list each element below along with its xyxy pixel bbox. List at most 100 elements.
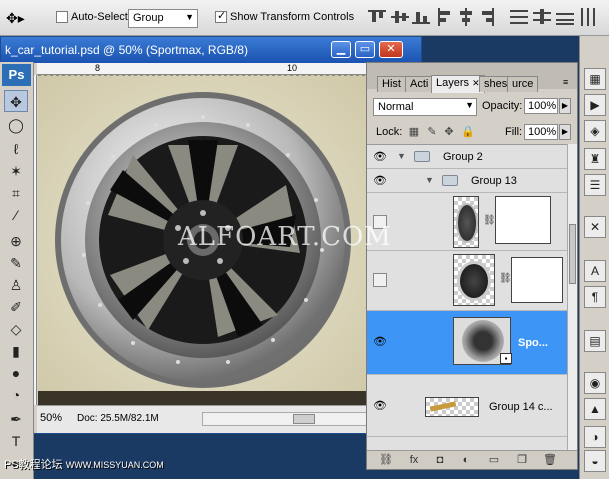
gradient-tool[interactable]: ▮ <box>4 340 28 362</box>
layer-row-masked-2[interactable]: ⛓ <box>367 251 567 311</box>
close-button[interactable]: ✕ <box>379 41 403 58</box>
eye-icon[interactable]: 👁 <box>373 401 387 412</box>
eye-icon[interactable]: 👁 <box>373 176 387 187</box>
auto-select-checkbox[interactable] <box>56 11 68 23</box>
swatches-icon[interactable]: ▲ <box>584 398 606 420</box>
character-icon[interactable]: A <box>584 260 606 282</box>
align-hcenter-icon[interactable] <box>457 8 475 26</box>
history-brush-icon: ✐ <box>10 299 22 315</box>
new-group-icon[interactable]: ▭ <box>487 454 501 466</box>
layers-scrollbar[interactable] <box>567 144 577 450</box>
crop-tool[interactable]: ⌗ <box>4 182 28 204</box>
align-vcenter-icon[interactable] <box>391 8 409 26</box>
color-icon[interactable]: ◉ <box>584 372 606 394</box>
layer-row-group-2[interactable]: 👁 ▼ Group 2 <box>367 145 567 169</box>
fill-field[interactable]: 100% <box>524 124 558 140</box>
watermark-site: WWW.MISSYUAN.COM <box>65 460 164 470</box>
link-layers-icon[interactable]: ⛓ <box>379 454 393 466</box>
tool-presets-icon[interactable]: ✕ <box>584 216 606 238</box>
info-icon[interactable]: ☰ <box>584 174 606 196</box>
align-top-icon[interactable] <box>368 8 386 26</box>
blend-mode-dropdown[interactable]: Normal ▼ <box>373 98 477 116</box>
brush-tool[interactable]: ✎ <box>4 252 28 274</box>
layer-row-group-14-copy[interactable]: 👁 Group 14 c... <box>367 375 567 437</box>
tab-history[interactable]: Hist <box>377 76 406 92</box>
new-layer-icon[interactable]: ❐ <box>515 454 529 466</box>
scrollbar-thumb[interactable] <box>569 224 576 284</box>
tab-label: Layers <box>436 77 470 89</box>
blur-tool[interactable]: ● <box>4 362 28 384</box>
magic-wand-icon: ✶ <box>10 163 22 179</box>
expand-triangle-icon[interactable]: ▼ <box>425 175 434 185</box>
expand-triangle-icon[interactable]: ▼ <box>397 151 406 161</box>
clone-source-icon[interactable]: ♜ <box>584 148 606 170</box>
align-bottom-icon[interactable] <box>412 8 430 26</box>
marquee-tool[interactable]: ◯ <box>4 114 28 136</box>
mask-link-icon[interactable]: ⛓ <box>499 273 512 284</box>
eye-icon[interactable]: 👁 <box>373 337 387 348</box>
styles-icon[interactable]: ◑ <box>584 426 606 448</box>
visibility-toggle[interactable] <box>373 273 387 287</box>
history-brush-tool[interactable]: ✐ <box>4 296 28 318</box>
healing-tool[interactable]: ⊕ <box>4 230 28 252</box>
lock-transparency-icon[interactable]: ▦ <box>408 126 420 138</box>
scrollbar-thumb[interactable] <box>293 414 315 424</box>
pen-tool[interactable]: ✒ <box>4 408 28 430</box>
minimize-button[interactable]: ▁ <box>331 41 351 58</box>
dodge-tool[interactable]: ◔ <box>4 384 28 406</box>
tab-source[interactable]: urce <box>507 76 539 92</box>
navigator-icon[interactable]: ▦ <box>584 68 606 90</box>
opacity-field[interactable]: 100% <box>524 98 558 114</box>
distribute-left-icon[interactable] <box>579 8 597 26</box>
eye-icon[interactable]: 👁 <box>373 152 387 163</box>
tool-preset-picker[interactable]: ✥▸ <box>6 8 42 28</box>
layer-mask-thumbnail[interactable] <box>511 257 563 303</box>
tab-layers[interactable]: Layers ✕ <box>431 75 485 93</box>
notes-icon[interactable]: ▤ <box>584 330 606 352</box>
move-tool-icon: ✥▸ <box>6 10 25 26</box>
tab-label: Hist <box>382 78 401 90</box>
chevron-right-icon: ▶ <box>561 127 569 136</box>
layer-row-masked-1[interactable]: ⛓ <box>367 193 567 251</box>
maximize-button[interactable]: ▭ <box>355 41 375 58</box>
layer-mask-thumbnail[interactable] <box>495 196 551 244</box>
tools-panel: Ps ✥ ◯ ℓ ✶ ⌗ ⁄ ⊕ ✎ ♙ ✐ ◇ ▮ ● ◔ ✒ T ▸ <box>0 62 34 479</box>
layer-name: Group 14 c... <box>489 401 553 413</box>
lock-pixels-icon[interactable]: ✎ <box>426 126 438 138</box>
eraser-tool[interactable]: ◇ <box>4 318 28 340</box>
distribute-vcenter-icon[interactable] <box>533 8 551 26</box>
opacity-slider-button[interactable]: ▶ <box>559 98 571 114</box>
mask-link-icon[interactable]: ⛓ <box>483 215 496 226</box>
doc-size[interactable]: Doc: 25.5M/82.1M <box>77 413 159 424</box>
distribute-top-icon[interactable] <box>510 8 528 26</box>
lock-position-icon[interactable]: ✥ <box>443 126 455 138</box>
move-tool[interactable]: ✥ <box>4 90 28 112</box>
panel-menu-icon[interactable]: ≡ <box>563 77 568 87</box>
fill-slider-button[interactable]: ▶ <box>559 124 571 140</box>
align-right-icon[interactable] <box>478 8 496 26</box>
show-transform-checkbox[interactable]: ✓ <box>215 10 227 23</box>
stamp-tool[interactable]: ♙ <box>4 274 28 296</box>
tab-actions[interactable]: Acti <box>405 76 434 92</box>
add-mask-icon[interactable]: ◘ <box>433 454 447 466</box>
layers-dock-icon[interactable]: ◈ <box>584 120 606 142</box>
status-bar: 50% Doc: 25.5M/82.1M <box>37 405 421 433</box>
lock-all-icon[interactable]: 🔒 <box>461 126 475 138</box>
distribute-bottom-icon[interactable] <box>556 8 574 26</box>
align-left-icon[interactable] <box>436 8 454 26</box>
layer-style-icon[interactable]: fx <box>407 454 421 466</box>
histogram-icon[interactable]: ▶ <box>584 94 606 116</box>
delete-layer-icon[interactable]: 🗑 <box>543 454 557 466</box>
layer-row-sportmax[interactable]: 👁 ▪ Spo... <box>367 311 567 375</box>
layer-row-group-13[interactable]: 👁 ▼ Group 13 <box>367 169 567 193</box>
type-tool[interactable]: T <box>4 430 28 452</box>
zoom-level[interactable]: 50% <box>40 412 62 424</box>
lasso-tool[interactable]: ℓ <box>4 138 28 160</box>
paragraph-icon[interactable]: ¶ <box>584 286 606 308</box>
auto-select-value: Group <box>133 12 164 24</box>
auto-select-dropdown[interactable]: Group ▼ <box>128 9 198 28</box>
masks-icon[interactable]: ◒ <box>584 450 606 472</box>
eyedropper-tool[interactable]: ⁄ <box>4 204 28 226</box>
magic-wand-tool[interactable]: ✶ <box>4 160 28 182</box>
adjustment-layer-icon[interactable]: ◐ <box>459 454 473 466</box>
